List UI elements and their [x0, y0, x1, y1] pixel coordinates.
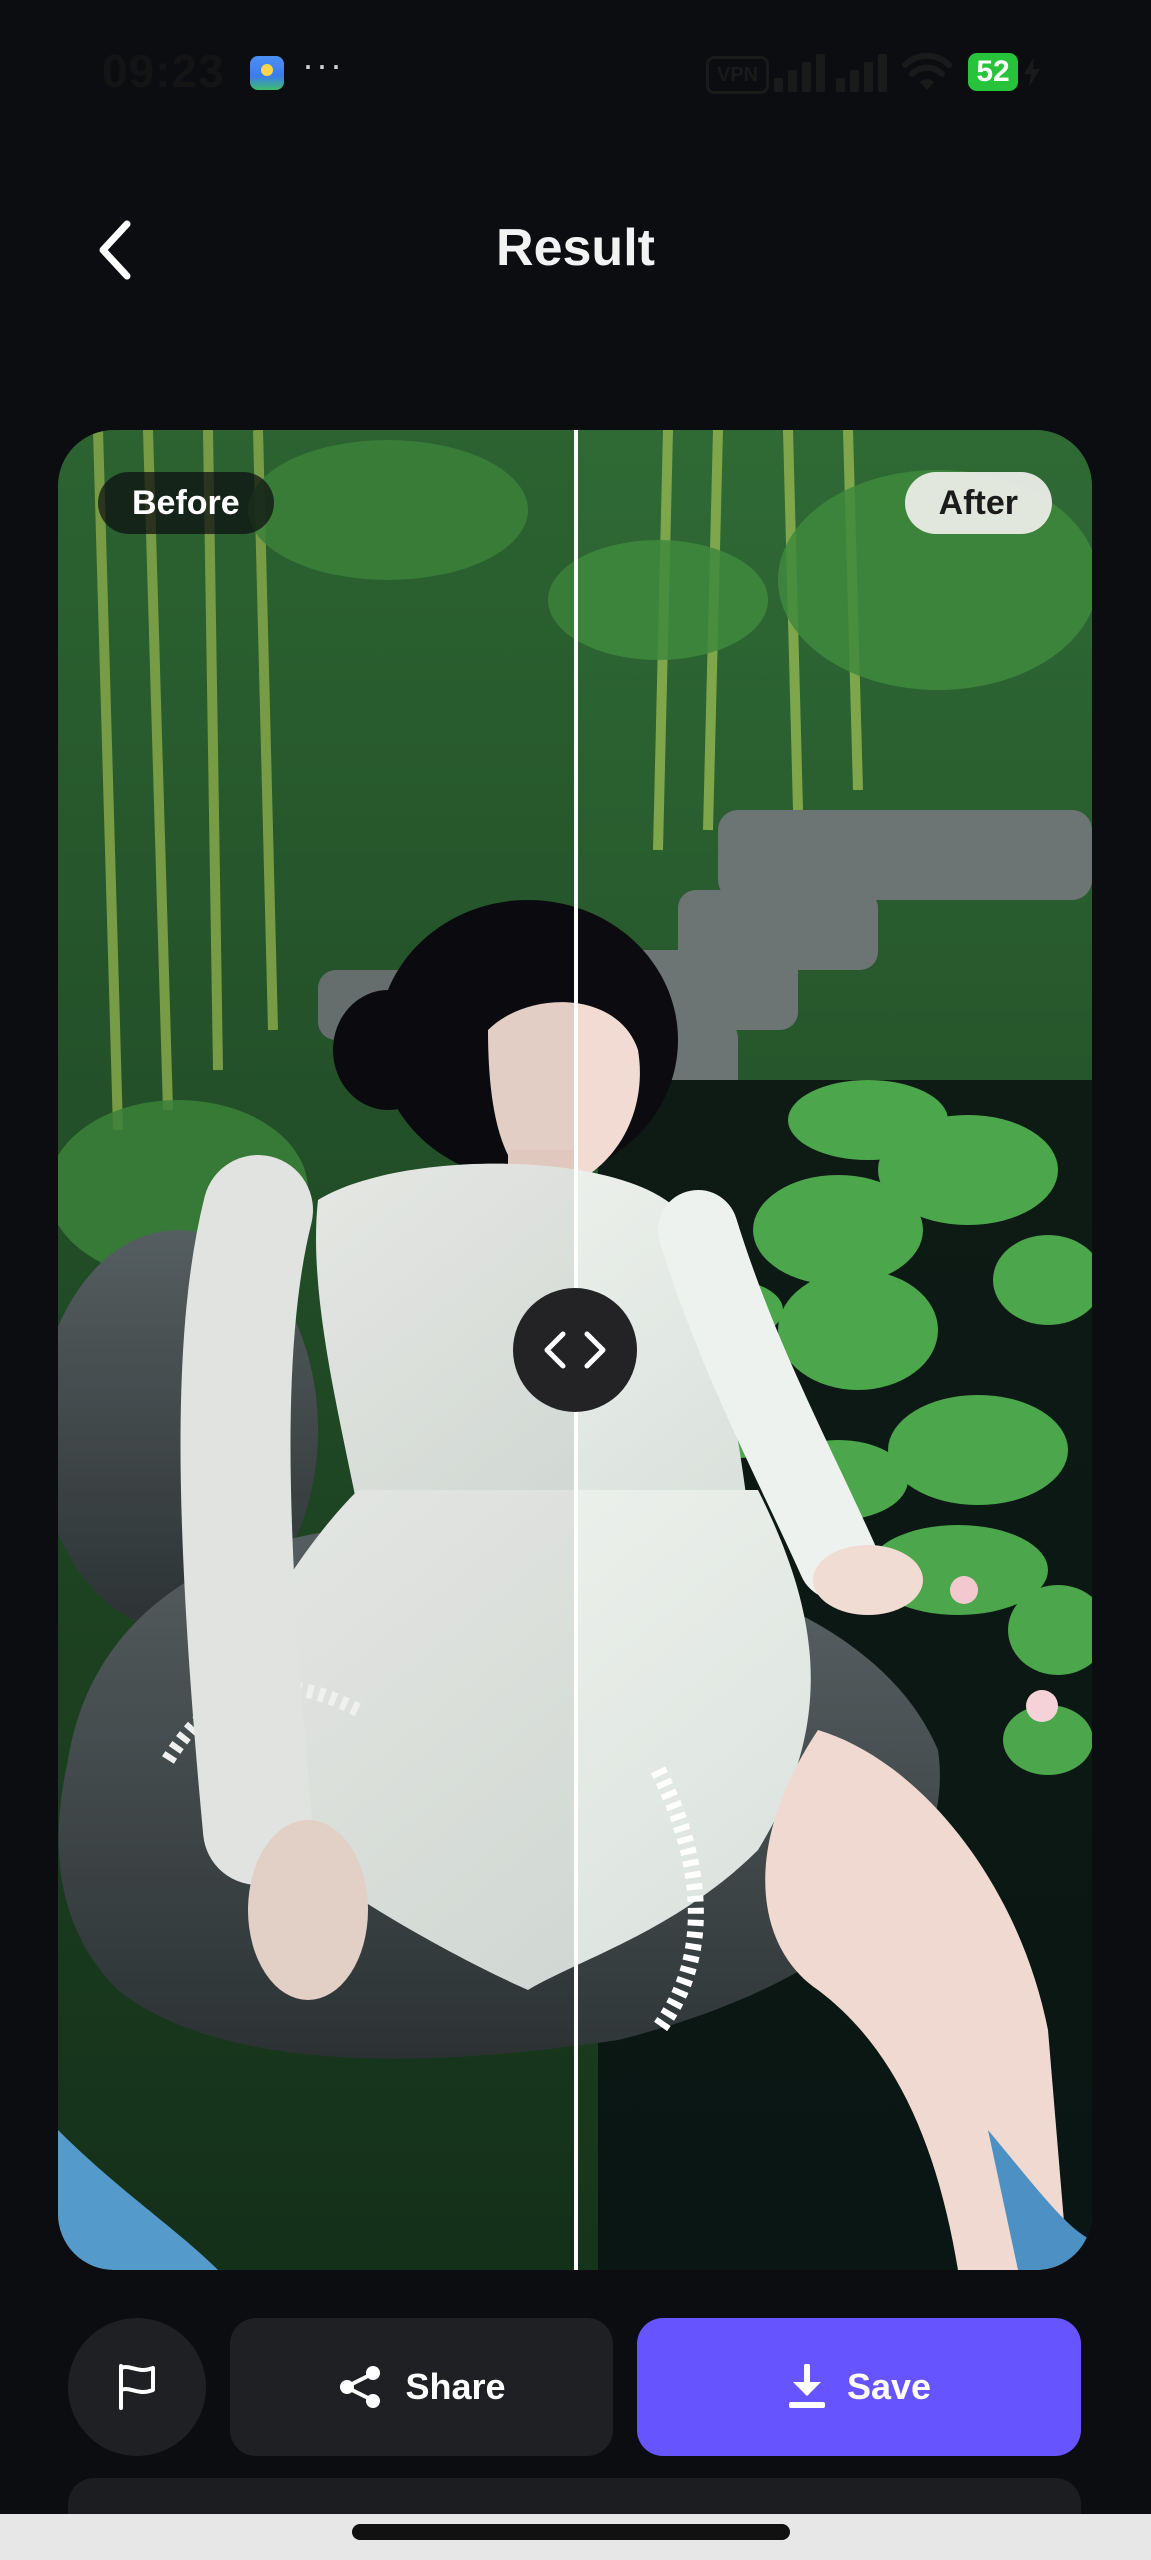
- page-title: Result: [496, 219, 655, 277]
- result-screen: 09:23 ··· VPN 52 Result Before After Sha…: [0, 0, 1151, 2560]
- more-notifications-icon: ···: [302, 44, 344, 85]
- comparison-slider-handle[interactable]: [513, 1288, 637, 1412]
- share-icon: [340, 2366, 381, 2408]
- flag-icon: [119, 2364, 155, 2410]
- vpn-icon: VPN: [706, 56, 770, 94]
- report-button[interactable]: [68, 2318, 206, 2456]
- save-button[interactable]: Save: [637, 2318, 1081, 2456]
- status-bar: 09:23 ··· VPN 52: [0, 0, 1151, 140]
- status-time: 09:23: [102, 45, 225, 97]
- gallery-app-icon: [250, 56, 284, 90]
- home-indicator[interactable]: [352, 2524, 790, 2540]
- header: Result: [0, 190, 1151, 310]
- share-button-label: Share: [405, 2366, 506, 2407]
- battery-level: 52: [968, 53, 1018, 91]
- after-badge: After: [904, 472, 1052, 534]
- code-arrows-icon: [544, 1331, 606, 1369]
- download-icon: [788, 2364, 825, 2408]
- wifi-icon: [902, 52, 952, 90]
- before-badge: Before: [98, 472, 274, 534]
- signal-icon: [774, 54, 887, 92]
- save-button-label: Save: [846, 2366, 932, 2407]
- comparison-view[interactable]: Before After: [58, 430, 1092, 2270]
- charging-icon: [1024, 57, 1040, 87]
- action-bar: Share Save: [0, 2318, 1151, 2456]
- share-button[interactable]: Share: [230, 2318, 613, 2456]
- battery-indicator: 52: [968, 52, 1042, 92]
